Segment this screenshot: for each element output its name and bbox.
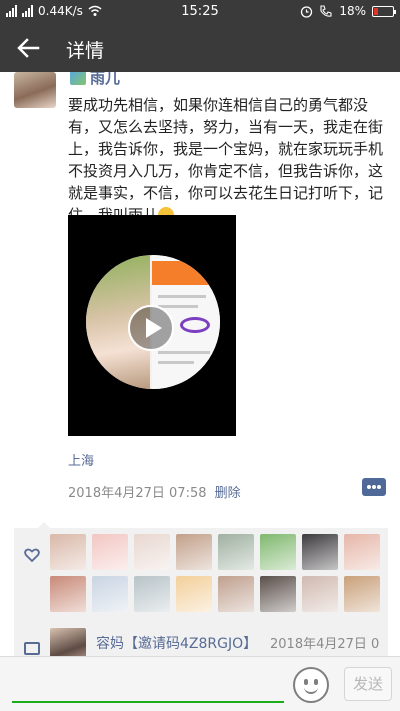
delete-link[interactable]: 删除 [215, 486, 241, 501]
liker-avatar[interactable] [302, 534, 338, 570]
comment-input-bar: 发送 [0, 656, 400, 711]
liker-avatar[interactable] [50, 534, 86, 570]
dot [367, 485, 371, 489]
author-name[interactable]: 雨儿 [70, 72, 120, 88]
liker-avatar[interactable] [344, 576, 380, 612]
liker-avatar[interactable] [218, 534, 254, 570]
alarm-icon [301, 5, 313, 18]
video-text-line [158, 305, 198, 308]
page-title: 详情 [66, 40, 105, 62]
liker-avatar[interactable] [92, 576, 128, 612]
video-text-line [158, 295, 206, 298]
post-location[interactable]: 上海 [68, 450, 94, 469]
video-highlight-ring [180, 317, 210, 333]
liker-avatar[interactable] [134, 534, 170, 570]
video-header-strip [152, 261, 220, 285]
liker-avatar[interactable] [344, 534, 380, 570]
emoji-eye [314, 679, 318, 685]
video-text-line [158, 351, 210, 354]
play-icon[interactable] [128, 305, 174, 351]
liker-avatar[interactable] [176, 534, 212, 570]
post-text-content: 要成功先相信，如果你连相信自己的勇气都没有，又怎么去坚持，努力，当有一天，我走在… [68, 96, 384, 224]
comment-input[interactable] [12, 701, 284, 703]
liker-avatar[interactable] [260, 534, 296, 570]
more-actions-icon[interactable] [362, 478, 386, 496]
status-right: 18% [300, 4, 396, 18]
comment-icon [24, 642, 40, 655]
liker-avatar[interactable] [176, 576, 212, 612]
back-arrow-icon[interactable] [14, 34, 42, 62]
likes-pointer [38, 522, 50, 528]
liker-avatar[interactable] [134, 576, 170, 612]
call-icon [320, 4, 332, 17]
author-avatar[interactable] [14, 72, 56, 108]
comment-time: 2018年4月27日 0 [270, 637, 380, 652]
name-badge-icon [70, 72, 86, 85]
send-button[interactable]: 发送 [344, 667, 392, 701]
liker-avatar[interactable] [92, 534, 128, 570]
battery-icon [372, 5, 396, 17]
commenter-avatar[interactable] [50, 628, 86, 656]
dot [377, 485, 381, 489]
nav-bar: 详情 [0, 24, 400, 72]
liker-avatar[interactable] [50, 576, 86, 612]
post-timestamp: 2018年4月27日 07:58 [68, 486, 207, 501]
moment-post: 雨儿 要成功先相信，如果你连相信自己的勇气都没有，又怎么去坚持，努力，当有一天，… [0, 72, 400, 656]
post-meta: 2018年4月27日 07:58 删除 [68, 482, 241, 501]
emoji-button[interactable] [293, 667, 329, 703]
battery-percent: 18% [339, 4, 366, 18]
status-bar: 0.44K/s 15:25 18% [0, 0, 400, 24]
emoji-eye [304, 679, 308, 685]
video-text-line [158, 361, 194, 364]
comment-row: 容妈【邀请码4Z8RGJO】 2018年4月27日 0 [14, 620, 388, 656]
commenter-name[interactable]: 容妈【邀请码4Z8RGJO】 [96, 633, 257, 653]
video-thumbnail[interactable] [68, 215, 236, 436]
dot [372, 485, 376, 489]
author-name-text: 雨儿 [90, 72, 121, 87]
post-text: 要成功先相信，如果你连相信自己的勇气都没有，又怎么去坚持，努力，当有一天，我走在… [68, 94, 386, 226]
heart-icon [24, 548, 40, 563]
liker-avatar[interactable] [302, 576, 338, 612]
liker-avatar[interactable] [218, 576, 254, 612]
emoji-mouth [304, 686, 318, 694]
liker-avatar[interactable] [260, 576, 296, 612]
